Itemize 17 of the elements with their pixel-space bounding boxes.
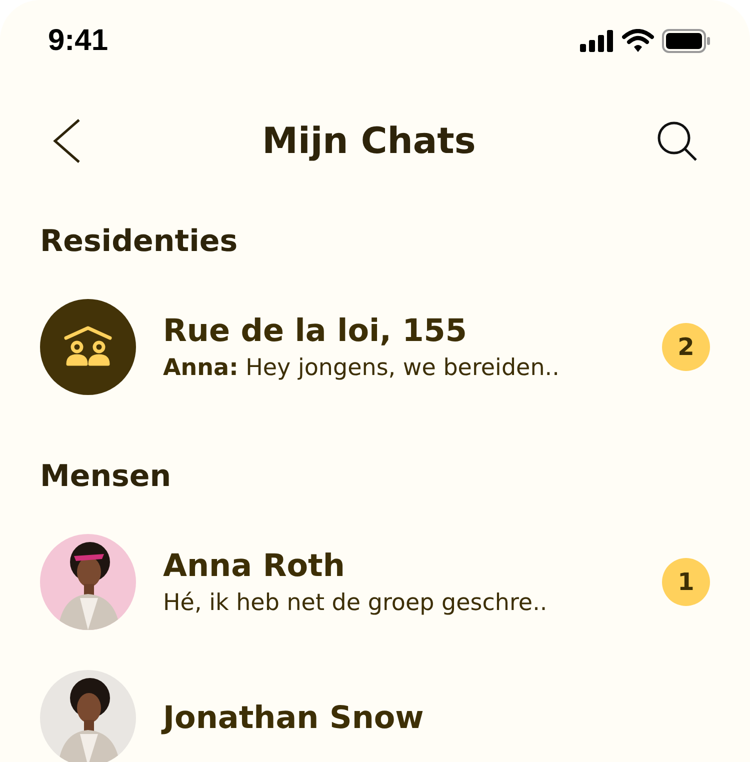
section-title: Residenties <box>40 223 239 261</box>
wifi-icon <box>622 29 654 53</box>
status-time: 9:41 <box>48 24 108 58</box>
chat-name[interactable]: Rue de la loi, 155 <box>163 313 635 349</box>
chat-name[interactable]: Jonathan Snow <box>163 700 710 736</box>
unread-badge: 1 <box>662 558 710 606</box>
back-button[interactable] <box>52 118 82 164</box>
unread-badge: 2 <box>662 323 710 371</box>
search-button[interactable] <box>656 120 698 162</box>
chat-name[interactable]: Anna Roth <box>163 548 635 584</box>
section-title: Mensen <box>40 458 172 496</box>
battery-icon <box>662 29 710 53</box>
screen-title: Mijn Chats <box>262 120 476 162</box>
message-preview: Hé, ik heb net de groep geschre.. <box>163 590 548 616</box>
people-icon <box>63 326 113 368</box>
message-preview: Anna: Hey jongens, we bereiden.. <box>163 355 560 381</box>
signal-icon <box>580 30 614 52</box>
